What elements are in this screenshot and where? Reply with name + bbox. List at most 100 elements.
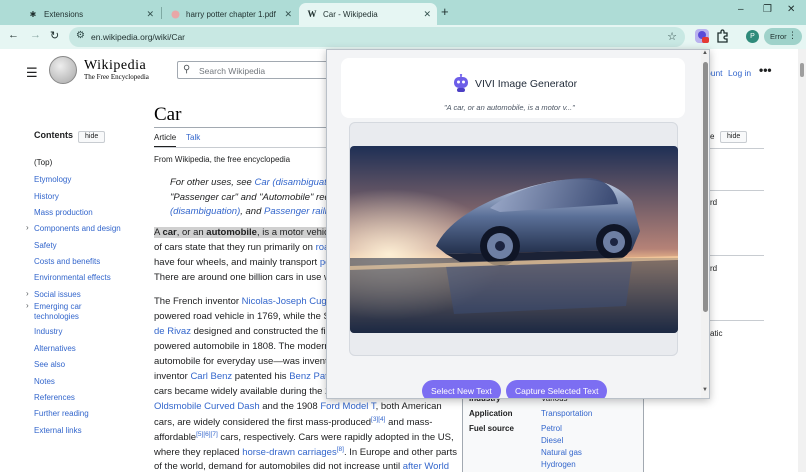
vivi-extension-icon[interactable]	[694, 28, 710, 44]
tab-car-wikipedia[interactable]: W Car - Wikipedia ✕	[299, 3, 437, 25]
close-icon[interactable]: ✕	[146, 9, 154, 20]
toc-item[interactable]: Emerging car technologies	[34, 302, 104, 322]
toc-item[interactable]: External links	[34, 426, 82, 436]
appearance-divider	[710, 320, 764, 321]
select-new-text-button[interactable]: Select New Text	[422, 380, 501, 398]
toc-item[interactable]: Industry	[34, 327, 62, 337]
toc-item[interactable]: References	[34, 393, 75, 403]
history-link[interactable]: Benz Pate	[289, 371, 330, 382]
toc-item[interactable]: Social issues	[34, 290, 81, 300]
history-link[interactable]: horse-drawn carriages	[242, 447, 337, 458]
history-link[interactable]: de Rivaz	[154, 326, 191, 337]
toc-item[interactable]: (Top)	[34, 158, 52, 168]
selected-text: automobile	[206, 227, 257, 238]
history-text: patented his	[232, 371, 290, 382]
close-icon[interactable]: ✕	[423, 9, 431, 20]
infobox-link[interactable]: Natural gas	[541, 448, 582, 457]
citation-link[interactable]: [3][4]	[371, 416, 385, 423]
lead-text: have four wheels, and mainly transport	[154, 257, 320, 268]
toc-item[interactable]: Notes	[34, 377, 55, 387]
close-icon[interactable]: ✕	[284, 9, 292, 20]
kebab-menu-icon: ⋮	[788, 30, 797, 40]
maximize-button[interactable]: ❐	[763, 4, 772, 15]
site-info-icon[interactable]: ⚙	[76, 30, 85, 41]
hatnote-link[interactable]: Car (disambiguati	[254, 177, 328, 188]
selected-text-quote: "A car, or an automobile, is a motor v..…	[444, 103, 575, 112]
tab-extensions[interactable]: ✱ Extensions ✕	[20, 3, 160, 25]
wikipedia-globe-logo[interactable]	[49, 56, 77, 84]
extensions-puzzle-icon[interactable]	[715, 28, 731, 44]
toc-item[interactable]: Environmental effects	[34, 273, 111, 283]
scroll-down-arrow-icon[interactable]: ▼	[702, 387, 708, 393]
toc-item[interactable]: Components and design	[34, 224, 121, 234]
minimize-button[interactable]: –	[738, 4, 744, 15]
popup-scrollbar[interactable]: ▲ ▼	[701, 50, 709, 398]
more-options-icon[interactable]: •••	[759, 63, 772, 77]
lead-line: have four wheels, and mainly transport p…	[154, 257, 330, 268]
hatnote-link[interactable]: (disambiguation)	[170, 206, 240, 217]
toc-item[interactable]: Costs and benefits	[34, 257, 100, 267]
url-text[interactable]: en.wikipedia.org/wiki/Car	[91, 32, 185, 42]
toc-item[interactable]: Safety	[34, 241, 57, 251]
scroll-up-arrow-icon[interactable]: ▲	[702, 50, 708, 56]
wiki-search-input[interactable]: ⚲ Search Wikipedia	[177, 61, 337, 79]
chevron-right-icon[interactable]: ›	[26, 223, 29, 232]
tab-pdf[interactable]: harry potter chapter 1.pdf ✕	[162, 3, 298, 25]
infobox-link[interactable]: Transportation	[541, 409, 592, 418]
history-text: and mass-	[385, 417, 433, 429]
tab-strip: ✱ Extensions ✕ harry potter chapter 1.pd…	[0, 0, 806, 25]
toc-item[interactable]: Mass production	[34, 208, 93, 218]
toc-hide-button[interactable]: hide	[78, 131, 106, 143]
close-window-button[interactable]: ✕	[787, 4, 795, 15]
tab-talk[interactable]: Talk	[186, 133, 200, 142]
history-link[interactable]: Nicolas-Joseph Cugn	[242, 296, 330, 307]
history-line: Oldsmobile Curved Dash and the 1908 Ford…	[154, 401, 460, 412]
generated-car-image[interactable]	[350, 146, 678, 333]
history-link[interactable]: after World	[403, 461, 449, 472]
infobox-link[interactable]: Hydrogen	[541, 460, 576, 469]
toc-item[interactable]: Further reading	[34, 409, 89, 419]
profile-avatar[interactable]: P	[746, 30, 759, 43]
login-link[interactable]: Log in	[728, 68, 751, 78]
lead-line: of cars state that they run primarily on…	[154, 242, 330, 253]
citation-link[interactable]: [8]	[337, 446, 344, 453]
history-line: de Rivaz designed and constructed the fi…	[154, 326, 330, 337]
history-line: powered road vehicle in 1769, while the …	[154, 311, 330, 322]
history-text: affordable	[154, 432, 197, 444]
appearance-divider	[710, 255, 764, 256]
chevron-right-icon[interactable]: ›	[26, 289, 29, 298]
back-arrow-icon[interactable]: ←	[8, 29, 19, 41]
infobox-link[interactable]: Petrol	[541, 424, 562, 433]
toc-item[interactable]: Etymology	[34, 175, 71, 185]
toc-item[interactable]: See also	[34, 360, 65, 370]
chevron-right-icon[interactable]: ›	[26, 301, 29, 310]
puzzle-icon: ✱	[29, 9, 37, 19]
history-line: cars became widely available during the …	[154, 386, 330, 397]
history-link[interactable]: Ford Model T	[320, 401, 375, 412]
search-placeholder: Search Wikipedia	[199, 66, 266, 76]
main-menu-icon[interactable]: ☰	[26, 65, 38, 81]
new-tab-button[interactable]: +	[441, 4, 449, 19]
error-menu-button[interactable]: Error ⋮	[764, 28, 802, 45]
reload-icon[interactable]: ↻	[50, 29, 59, 42]
wikipedia-wordmark[interactable]: Wikipedia	[84, 58, 146, 74]
capture-selected-text-button[interactable]: Capture Selected Text	[506, 380, 608, 398]
toc-item[interactable]: Alternatives	[34, 344, 76, 354]
hatnote-text: "Passenger car" and "Automobile" red	[170, 191, 330, 203]
infobox-link[interactable]: Diesel	[541, 436, 563, 445]
tab-article[interactable]: Article	[154, 133, 177, 148]
address-bar[interactable]: ⚙ en.wikipedia.org/wiki/Car ☆	[69, 27, 685, 47]
history-link[interactable]: Carl Benz	[190, 371, 232, 382]
popup-scrollbar-thumb[interactable]	[703, 62, 708, 312]
history-link[interactable]: Oldsmobile Curved Dash	[154, 401, 260, 412]
appearance-divider	[710, 148, 764, 149]
scrollbar-thumb[interactable]	[800, 63, 804, 77]
bookmark-star-icon[interactable]: ☆	[667, 30, 677, 43]
history-text: cars, are widely considered the first ma…	[154, 417, 372, 429]
page-scrollbar[interactable]	[798, 49, 806, 472]
citation-link[interactable]: [5][6][7]	[196, 431, 218, 438]
forward-arrow-icon[interactable]: →	[30, 29, 41, 41]
hatnote-link[interactable]: Passenger railro	[264, 206, 330, 217]
appearance-hide-button[interactable]: hide	[720, 131, 748, 143]
toc-item[interactable]: History	[34, 192, 59, 202]
